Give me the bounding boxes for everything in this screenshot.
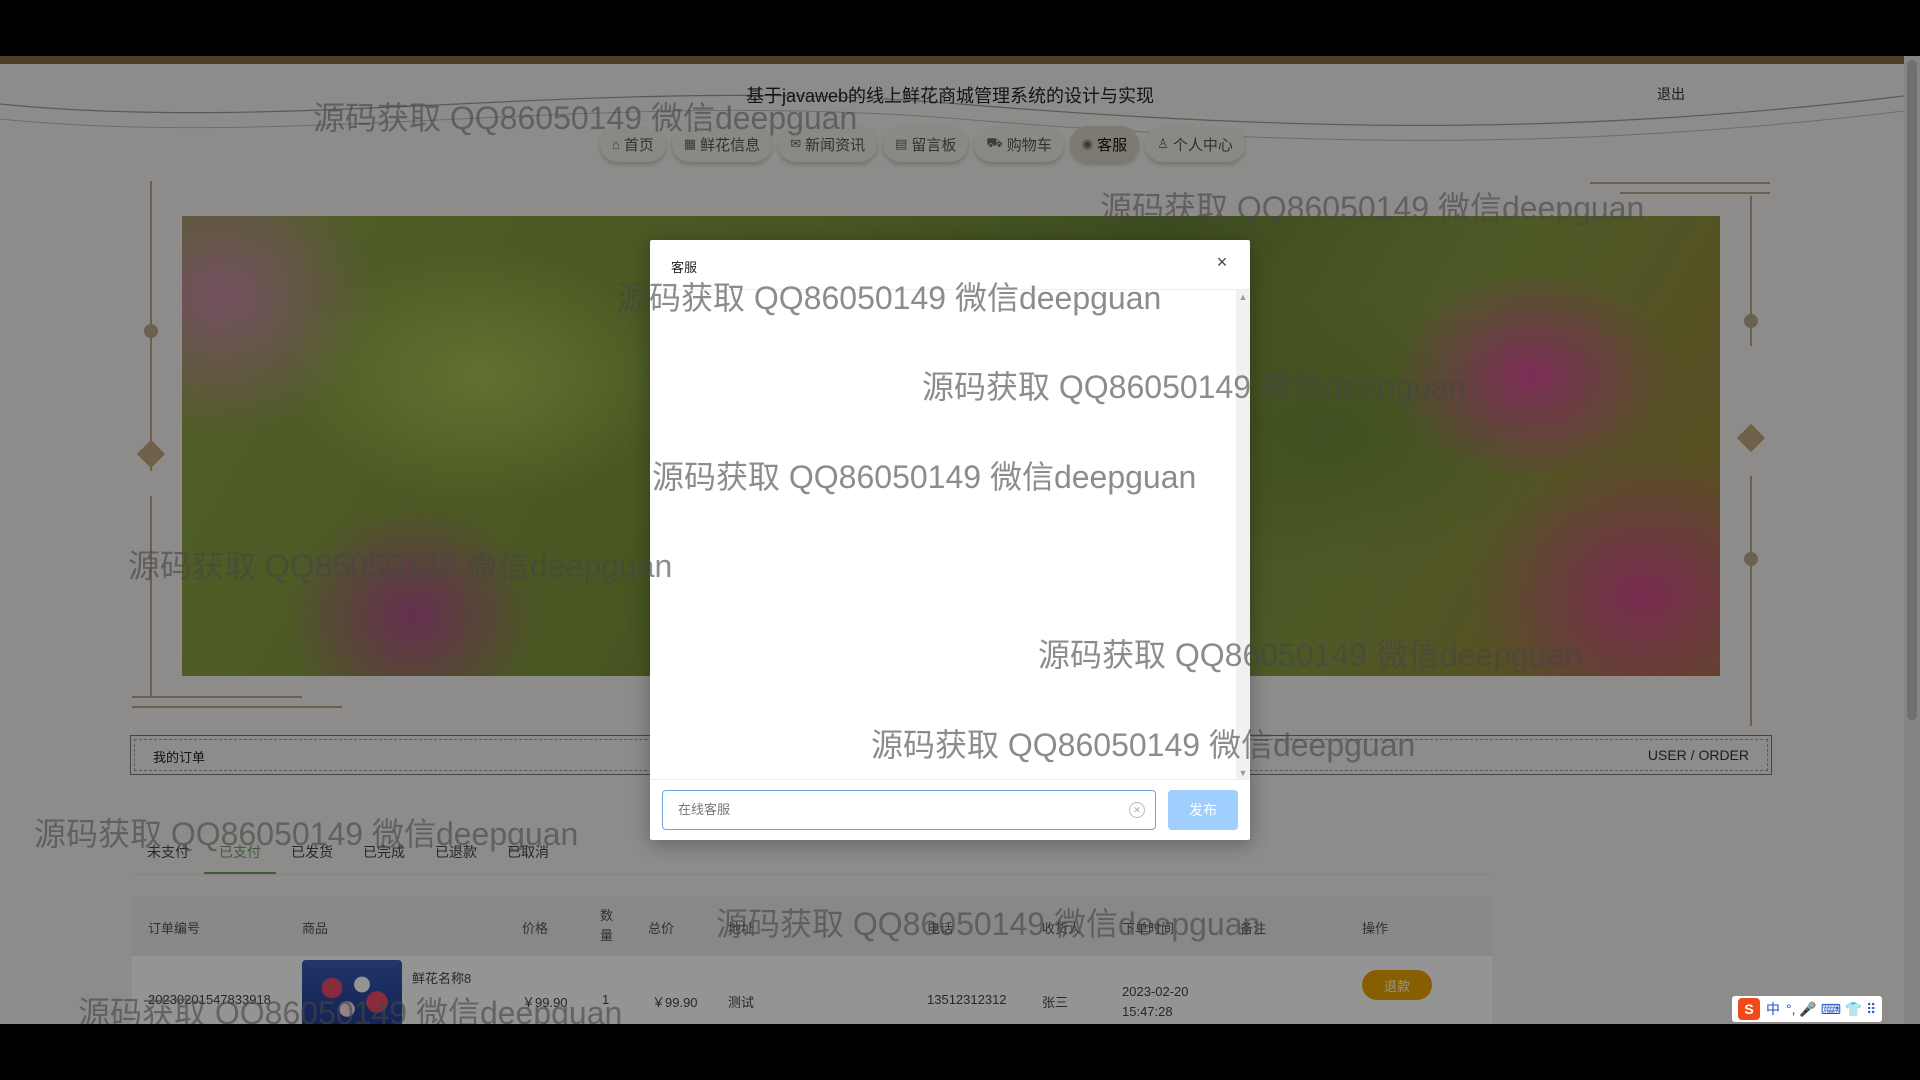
scroll-up-icon[interactable]: ▲ (1236, 292, 1250, 302)
scroll-down-icon[interactable]: ▼ (1236, 768, 1250, 778)
dialog-footer: 在线客服 ✕ 发布 (650, 779, 1250, 841)
clear-icon[interactable]: ✕ (1129, 802, 1145, 818)
chat-input[interactable]: 在线客服 ✕ (662, 790, 1156, 830)
browser-viewport: 基于javaweb的线上鲜花商城管理系统的设计与实现 退出 ⌂ 首页 ▦ 鲜花信息 … (0, 56, 1920, 1024)
close-icon[interactable]: × (1210, 250, 1234, 274)
watermark-text: 源码获取 QQ86050149 微信deepguan (313, 100, 858, 136)
watermark-text: 源码获取 QQ86050149 微信deepguan (922, 369, 1467, 405)
watermark-text: 源码获取 QQ86050149 微信deepguan (34, 816, 579, 852)
ime-tool-icons[interactable]: °, 🎤 ⌨ 👕 ⠿ (1786, 1001, 1876, 1018)
sogou-logo-icon: S (1738, 998, 1760, 1020)
watermark-text: 源码获取 QQ86050149 微信deepguan (871, 727, 1416, 763)
ime-lang-toggle[interactable]: 中 (1766, 999, 1780, 1019)
watermark-text: 源码获取 QQ86050149 微信deepguan (652, 459, 1197, 495)
watermark-text: 源码获取 QQ86050149 微信deepguan (78, 995, 623, 1024)
bottom-black-bar (0, 1024, 1920, 1080)
post-button[interactable]: 发布 (1168, 790, 1238, 830)
watermark-text: 源码获取 QQ86050149 微信deepguan (1038, 637, 1583, 673)
watermark-text: 源码获取 QQ86050149 微信deepguan (716, 906, 1261, 942)
watermark-text: 源码获取 QQ86050149 微信deepguan (1100, 190, 1645, 226)
watermark-text: 源码获取 QQ86050149 微信deepguan (128, 548, 673, 584)
watermark-text: 源码获取 QQ86050149 微信deepguan (617, 280, 1162, 316)
ime-toolbar[interactable]: S 中 °, 🎤 ⌨ 👕 ⠿ (1732, 996, 1883, 1022)
